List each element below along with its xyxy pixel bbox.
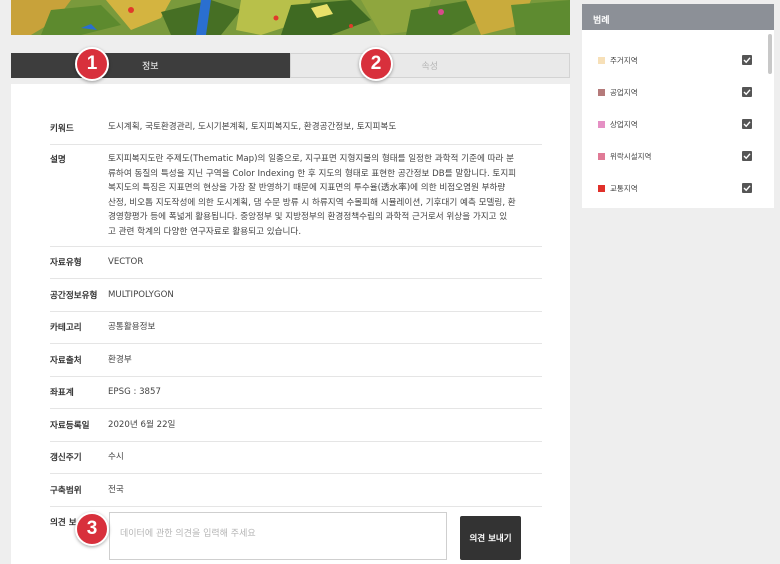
info-value: 도시계획, 국토환경관리, 도시기본계획, 토지피복지도, 환경공간정보, 토지…	[108, 122, 397, 133]
info-key: 설명	[50, 155, 66, 165]
info-row-keyword: 키워드 도시계획, 국토환경관리, 도시기본계획, 토지피복지도, 환경공간정보…	[50, 111, 542, 145]
legend-item-transport: 교통지역	[598, 181, 752, 195]
legend-item-commercial: 상업지역	[598, 117, 752, 131]
legend-swatch	[598, 88, 605, 96]
legend-item-label: 주거지역	[610, 55, 638, 65]
info-row-registered-date: 자료등록일 2020년 6월 22일	[50, 409, 542, 442]
checkmark-icon	[743, 57, 751, 64]
legend-item-label: 위락시설지역	[610, 151, 652, 161]
legend-checkbox[interactable]	[742, 119, 752, 129]
legend-swatch	[598, 184, 605, 192]
info-value: MULTIPOLYGON	[108, 289, 174, 300]
info-key: 자료유형	[50, 258, 82, 269]
callout-badge-1: 1	[75, 47, 109, 81]
info-key: 자료출처	[50, 355, 82, 366]
legend-checkbox[interactable]	[742, 183, 752, 193]
info-value: 2020년 6월 22일	[108, 419, 176, 430]
info-description-text: 토지피복지도란 주제도(Thematic Map)의 일종으로, 지구표면 지형…	[108, 152, 542, 240]
info-row-crs: 좌표계 EPSG : 3857	[50, 377, 542, 410]
info-key: 공간정보유형	[50, 290, 98, 301]
info-panel: 키워드 도시계획, 국토환경관리, 도시기본계획, 토지피복지도, 환경공간정보…	[11, 84, 570, 564]
info-value: VECTOR	[108, 257, 144, 268]
info-value: 수시	[108, 452, 124, 463]
description-line: 산정, 비오톱 지도작성에 의한 도시계획, 댐 수문 방류 시 하류지역 수몰…	[108, 197, 516, 208]
legend-item-residential: 주거지역	[598, 53, 752, 67]
checkmark-icon	[743, 153, 751, 160]
legend-item-industrial: 공업지역	[598, 85, 752, 99]
description-line: 류하여 동질의 특성을 지닌 구역을 Color Indexing 한 후 지도…	[108, 168, 517, 179]
checkmark-icon	[743, 185, 751, 192]
info-row-coverage: 구축범위 전국	[50, 474, 542, 507]
tab-info[interactable]: 정보	[11, 53, 290, 78]
legend-item-label: 교통지역	[610, 183, 638, 193]
checkmark-icon	[743, 89, 751, 96]
info-value: 환경부	[108, 354, 132, 365]
legend-checkbox[interactable]	[742, 87, 752, 97]
legend-swatch	[598, 152, 605, 160]
info-row-category: 카테고리 공통활용정보	[50, 312, 542, 345]
info-key: 갱신주기	[50, 453, 82, 464]
info-key: 구축범위	[50, 485, 82, 496]
info-key: 카테고리	[50, 323, 82, 334]
tab-attributes[interactable]: 속성	[289, 53, 570, 78]
description-line: 경영향평가 등에 폭넓게 활용됩니다. 중앙정부 및 지방정부의 환경정책수립의…	[108, 212, 508, 223]
description-line: 토지피복지도란 주제도(Thematic Map)의 일종으로, 지구표면 지형…	[108, 154, 515, 164]
legend-checkbox[interactable]	[742, 151, 752, 161]
description-line: 복지도의 특징은 지표면의 현상을 가장 잘 반영하기 때문에 지표면의 투수율…	[108, 183, 506, 194]
info-row-source: 자료출처 환경부	[50, 344, 542, 377]
info-row-update-cycle: 갱신주기 수시	[50, 442, 542, 475]
legend-scrollbar[interactable]	[768, 34, 772, 74]
callout-badge-2: 2	[359, 47, 393, 81]
info-value: 공통활용정보	[108, 322, 156, 333]
info-value: 전국	[108, 484, 124, 495]
info-row-data-type: 자료유형 VECTOR	[50, 247, 542, 280]
legend-panel: 범례 주거지역 공업지역 상업지역 위락시설지역 교통지역	[582, 4, 774, 208]
opinion-input[interactable]: 데이터에 관한 의견을 입력해 주세요	[109, 512, 447, 560]
description-line: 고 관련 학계의 다양한 연구자료로 활용되고 있습니다.	[108, 226, 302, 237]
info-table: 키워드 도시계획, 국토환경관리, 도시기본계획, 토지피복지도, 환경공간정보…	[50, 111, 542, 507]
info-key: 키워드	[50, 123, 74, 134]
info-row-description: 설명 토지피복지도란 주제도(Thematic Map)의 일종으로, 지구표면…	[50, 145, 542, 247]
send-opinion-button[interactable]: 의견 보내기	[460, 516, 521, 560]
legend-swatch	[598, 56, 605, 64]
land-cover-map-preview	[11, 0, 570, 35]
info-row-geometry-type: 공간정보유형 MULTIPOLYGON	[50, 279, 542, 312]
legend-checkbox[interactable]	[742, 55, 752, 65]
info-key: 좌표계	[50, 388, 74, 399]
legend-title: 범례	[582, 4, 774, 30]
legend-item-recreation: 위락시설지역	[598, 149, 752, 163]
info-value: EPSG : 3857	[108, 387, 161, 398]
legend-item-label: 공업지역	[610, 87, 638, 97]
callout-badge-3: 3	[75, 512, 109, 546]
legend-item-label: 상업지역	[610, 119, 638, 129]
checkmark-icon	[743, 121, 751, 128]
opinion-label: 의견 보	[50, 518, 77, 528]
info-key: 자료등록일	[50, 420, 90, 431]
legend-swatch	[598, 120, 605, 128]
